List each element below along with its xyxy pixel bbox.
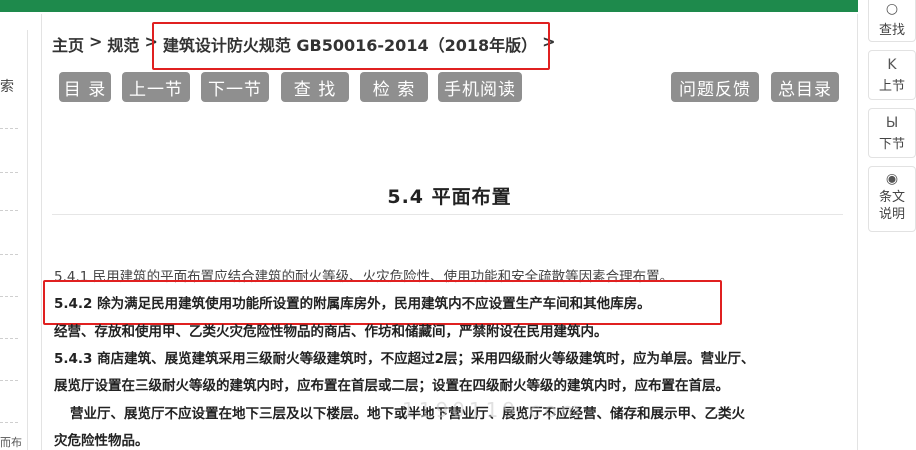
clause-5-4-3: 5.4.3 商店建筑、展览建筑采用三级耐火等级建筑时，不应超过2层；采用四级耐火… <box>54 351 755 367</box>
find-button[interactable]: 查 找 <box>281 72 349 102</box>
highlight-box-clause <box>43 280 722 325</box>
content-panel: 主页 > 规范 > 建筑设计防火规范 GB50016-2014（2018年版） … <box>41 14 858 450</box>
master-catalog-button[interactable]: 总目录 <box>771 72 839 102</box>
watermark: 1190119.com <box>402 398 585 422</box>
commentary-label-line1: 条文 <box>878 190 905 205</box>
sidebar-divider <box>0 422 18 423</box>
mobile-read-button[interactable]: 手机阅读 <box>438 72 522 102</box>
sidebar-divider <box>0 172 18 173</box>
top-nav-bar <box>0 0 858 12</box>
left-sidebar: 索 而布 <box>0 30 28 450</box>
sidebar-divider <box>0 380 18 381</box>
commentary-label-line2: 说明 <box>878 207 905 222</box>
search-button[interactable]: 检 索 <box>360 72 428 102</box>
sidebar-divider <box>0 296 18 297</box>
search-icon: ○ <box>885 1 899 17</box>
clause-5-4-3-para2-cont: 灾危险性物品。 <box>54 433 149 449</box>
find-tool-button[interactable]: ○ 查找 <box>868 0 916 42</box>
sidebar-label: 索 <box>0 79 14 95</box>
sidebar-divider <box>0 338 18 339</box>
sidebar-bottom-text: 而布 <box>0 436 22 449</box>
commentary-tool-button[interactable]: ◉ 条文 说明 <box>868 166 916 232</box>
next-section-icon: Ы <box>885 115 899 131</box>
sidebar-divider <box>0 210 18 211</box>
clause-5-4-3-cont: 展览厅设置在三级耐火等级的建筑内时，应布置在首层或二层；设置在四级耐火等级的建筑… <box>54 378 729 394</box>
breadcrumb-separator: > <box>89 32 103 51</box>
next-tool-label: 下节 <box>878 137 905 152</box>
next-section-button[interactable]: 下一节 <box>201 72 269 102</box>
prev-tool-label: 上节 <box>878 79 905 94</box>
prev-section-button[interactable]: 上一节 <box>122 72 190 102</box>
sidebar-divider <box>0 254 18 255</box>
catalog-button[interactable]: 目 录 <box>59 72 111 102</box>
breadcrumb-home[interactable]: 主页 <box>52 32 84 56</box>
eye-icon: ◉ <box>885 171 899 187</box>
clause-5-4-2-cont: 经营、存放和使用甲、乙类火灾危险性物品的商店、作坊和储藏间，严禁附设在民用建筑内… <box>54 324 608 340</box>
prev-section-tool-button[interactable]: K 上节 <box>868 50 916 100</box>
find-tool-label: 查找 <box>878 23 905 38</box>
breadcrumb-category[interactable]: 规范 <box>107 32 139 56</box>
feedback-button[interactable]: 问题反馈 <box>671 72 759 102</box>
section-title: 5.4 平面布置 <box>387 186 512 208</box>
highlight-box-title <box>152 22 550 70</box>
sidebar-divider <box>0 128 18 129</box>
next-section-tool-button[interactable]: Ы 下节 <box>868 108 916 158</box>
title-divider <box>52 214 843 215</box>
previous-section-icon: K <box>887 57 897 73</box>
